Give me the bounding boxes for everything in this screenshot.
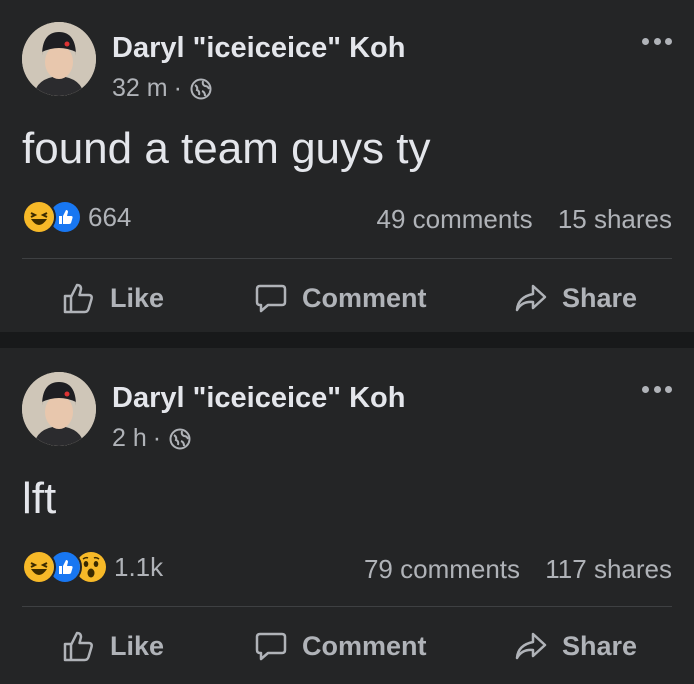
dot-icon <box>642 37 649 45</box>
like-button[interactable]: Like <box>62 268 164 328</box>
shares-count[interactable]: 15 shares <box>558 204 672 234</box>
post-card: Daryl "iceiceice" Koh 2 h · lft 1.1k 79 … <box>0 348 694 684</box>
action-bar: Like Comment Share <box>0 268 694 328</box>
like-button[interactable]: Like <box>62 616 164 676</box>
divider <box>22 606 672 607</box>
share-button[interactable]: Share <box>514 268 637 328</box>
action-bar: Like Comment Share <box>0 616 694 676</box>
meta-separator: · <box>173 74 182 102</box>
reactions-summary[interactable]: 664 <box>22 200 131 234</box>
post-text: found a team guys ty <box>22 124 431 173</box>
dot-icon <box>642 385 649 393</box>
divider <box>22 258 672 259</box>
comment-icon <box>255 284 287 313</box>
reactions-summary[interactable]: 1.1k <box>22 550 163 584</box>
post-card: Daryl "iceiceice" Koh 32 m · found a tea… <box>0 0 694 332</box>
shares-count[interactable]: 117 shares <box>545 554 672 584</box>
thumbs-up-icon <box>63 631 93 662</box>
globe-icon <box>190 78 212 99</box>
globe-icon <box>169 428 191 449</box>
more-options-button[interactable] <box>642 36 672 46</box>
haha-icon <box>22 550 56 584</box>
post-time[interactable]: 2 h <box>112 424 147 453</box>
like-label: Like <box>110 282 165 313</box>
dot-icon <box>665 37 672 45</box>
share-button[interactable]: Share <box>514 616 637 676</box>
dot-icon <box>653 37 661 45</box>
comments-count[interactable]: 79 comments <box>364 554 520 584</box>
thumbs-up-icon <box>63 283 93 314</box>
share-label: Share <box>562 282 638 313</box>
dot-icon <box>665 385 672 393</box>
share-icon <box>515 632 547 660</box>
comment-icon <box>255 632 287 661</box>
comment-button[interactable]: Comment <box>254 616 427 676</box>
like-label: Like <box>110 630 165 661</box>
post-text: lft <box>22 474 57 523</box>
avatar[interactable] <box>22 22 96 96</box>
post-meta: 32 m · <box>112 74 212 103</box>
post-meta: 2 h · <box>112 424 191 453</box>
comment-label: Comment <box>302 282 427 313</box>
author-name[interactable]: Daryl "iceiceice" Koh <box>112 382 405 415</box>
avatar[interactable] <box>22 372 96 446</box>
share-label: Share <box>562 630 638 661</box>
reaction-count[interactable]: 664 <box>88 202 131 233</box>
post-stats: 79 comments 117 shares <box>364 554 672 585</box>
reaction-count[interactable]: 1.1k <box>114 552 163 583</box>
share-icon <box>515 284 547 312</box>
more-options-button[interactable] <box>642 384 672 394</box>
haha-icon <box>22 200 56 234</box>
meta-separator: · <box>152 424 162 452</box>
author-name[interactable]: Daryl "iceiceice" Koh <box>112 32 405 65</box>
post-stats: 49 comments 15 shares <box>377 204 673 235</box>
comment-label: Comment <box>302 630 427 661</box>
post-time[interactable]: 32 m <box>112 74 168 103</box>
comment-button[interactable]: Comment <box>254 268 427 328</box>
comments-count[interactable]: 49 comments <box>377 204 533 234</box>
dot-icon <box>653 385 661 393</box>
